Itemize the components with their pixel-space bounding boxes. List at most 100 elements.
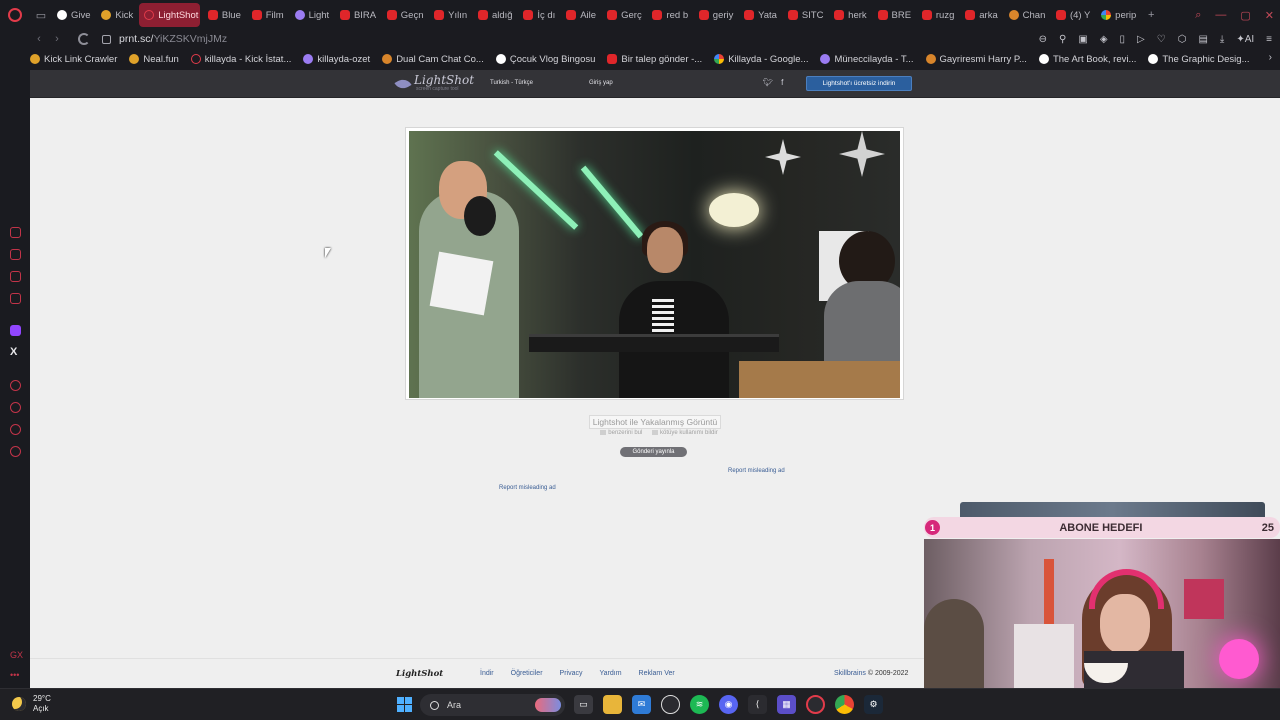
tab[interactable]: BRE (873, 3, 914, 27)
bookmarks-more-icon[interactable]: › (1269, 52, 1272, 63)
wallet-icon[interactable]: ▤ (1198, 34, 1207, 45)
github-icon[interactable] (661, 695, 680, 714)
lock-icon[interactable] (102, 34, 111, 44)
tab[interactable]: Give (52, 3, 93, 27)
menu-icon[interactable]: ≡ (1266, 34, 1272, 45)
tab-islands-icon[interactable]: ▭ (30, 0, 52, 30)
tab[interactable]: geriy (694, 3, 736, 27)
footer-link[interactable]: Privacy (560, 670, 583, 677)
pin-icon[interactable]: ⚲ (1059, 34, 1066, 45)
tab[interactable]: herk (829, 3, 869, 27)
snapshot-icon[interactable]: ▣ (1078, 34, 1087, 45)
sidebar-extensions-icon[interactable] (10, 424, 21, 435)
tab[interactable]: Chan (1004, 3, 1048, 27)
report-abuse-link[interactable]: kötüye kullanımı bildir (660, 430, 718, 436)
footer-logo[interactable]: LightShot (396, 669, 443, 679)
heart-icon[interactable]: ♡ (1157, 34, 1166, 45)
bookmark-item[interactable]: Bir talep gönder -... (607, 54, 702, 65)
bookmark-item[interactable]: Dual Cam Chat Co... (382, 54, 484, 65)
find-similar-link[interactable]: benzerini bul (608, 430, 642, 436)
extensions-icon[interactable]: ⬡ (1178, 34, 1187, 45)
bookmark-item[interactable]: Gayriresmi Harry P... (925, 54, 1027, 65)
outlook-icon[interactable]: ✉ (632, 695, 651, 714)
facebook-icon[interactable]: f (781, 78, 783, 87)
tab[interactable]: arka (960, 3, 1000, 27)
bookmark-icon[interactable]: ▯ (1120, 34, 1126, 45)
sidebar-settings-icon[interactable] (10, 446, 21, 457)
opera-menu-icon[interactable] (0, 0, 30, 30)
tab[interactable]: Film (247, 3, 287, 27)
login-link[interactable]: Giriş yap (589, 80, 613, 86)
maximize-icon[interactable]: ▢ (1240, 9, 1250, 22)
tab[interactable]: (4) Y (1051, 3, 1093, 27)
tab[interactable]: İç dı (518, 3, 558, 27)
weather-widget[interactable]: 29°C Açık (12, 694, 51, 714)
sidebar-more-icon[interactable]: ••• (10, 670, 19, 680)
tab[interactable]: Light (290, 3, 332, 27)
new-tab-icon[interactable]: + (1148, 9, 1154, 21)
footer-link[interactable]: Öğreticiler (511, 670, 543, 677)
url-field[interactable]: prnt.sc/YiKZSKVmjJMz (119, 33, 227, 45)
sidebar-chatgpt-icon[interactable] (10, 227, 21, 238)
sidebar-twitch-icon[interactable] (10, 325, 21, 336)
capcut-icon[interactable]: ⟨ (748, 695, 767, 714)
spotify-icon[interactable]: ≋ (690, 695, 709, 714)
bookmark-item[interactable]: The Graphic Desig... (1148, 54, 1250, 65)
tab[interactable]: ruzg (917, 3, 957, 27)
tab[interactable]: Gerç (602, 3, 644, 27)
twitter-icon[interactable]: 🐦︎ (763, 78, 773, 87)
bookmark-item[interactable]: killayda - Kick İstat... (190, 54, 291, 65)
sidebar-player-icon[interactable] (10, 380, 21, 391)
discord-icon[interactable]: ◉ (719, 695, 738, 714)
chrome-icon[interactable] (835, 695, 854, 714)
tab[interactable]: Aile (561, 3, 599, 27)
footer-link[interactable]: Reklam Ver (639, 670, 675, 677)
close-icon[interactable]: ✕ (1265, 9, 1274, 22)
tab[interactable]: LightShot (139, 3, 200, 27)
lightshot-logo[interactable]: LightShot screen capture tool (394, 74, 474, 92)
bookmark-item[interactable]: killayda-ozet (303, 54, 370, 65)
grid-app-icon[interactable]: ▦ (777, 695, 796, 714)
tab[interactable]: aldığ (473, 3, 515, 27)
sidebar-messenger-icon[interactable] (10, 271, 21, 282)
bookmark-item[interactable]: The Art Book, revi... (1038, 54, 1136, 65)
report-ad-link[interactable]: Report misleading ad (499, 485, 556, 491)
bookmark-item[interactable]: Müneccilayda - T... (820, 54, 914, 65)
sidebar-x-icon[interactable]: X (10, 346, 17, 358)
forward-icon[interactable]: › (48, 33, 66, 45)
tab[interactable]: red b (647, 3, 690, 27)
sidebar-history-icon[interactable] (10, 402, 21, 413)
tab[interactable]: SITC (783, 3, 826, 27)
back-icon[interactable]: ‹ (30, 33, 48, 45)
sidebar-gx-icon[interactable]: GX (10, 650, 23, 660)
report-ad-link[interactable]: Report misleading ad (728, 468, 785, 474)
search-tabs-icon[interactable]: ⌕ (1195, 9, 1201, 22)
bookmark-item[interactable]: Çocuk Vlog Bingosu (495, 54, 595, 65)
taskbar-search[interactable]: Ara (420, 694, 565, 716)
tab[interactable]: Blue (203, 3, 244, 27)
reload-icon[interactable] (78, 33, 90, 45)
task-view-icon[interactable]: ▭ (574, 695, 593, 714)
bookmark-item[interactable]: Killayda - Google... (714, 54, 808, 65)
tab[interactable]: perip (1096, 3, 1139, 27)
shield-icon[interactable]: ◈ (1100, 34, 1108, 45)
sidebar-mail-icon[interactable] (10, 293, 21, 304)
download-icon[interactable]: ⤓ (1220, 34, 1224, 45)
sidebar-aria-icon[interactable] (10, 249, 21, 260)
minimize-icon[interactable]: — (1215, 9, 1226, 21)
tab[interactable]: Kick (96, 3, 136, 27)
language-select[interactable]: Turkish - Türkçe (490, 80, 533, 86)
tab[interactable]: Yılın (429, 3, 470, 27)
bookmark-item[interactable]: Kick Link Crawler (30, 54, 117, 65)
footer-link[interactable]: Yardım (599, 670, 621, 677)
file-explorer-icon[interactable] (603, 695, 622, 714)
tab[interactable]: Yata (739, 3, 780, 27)
tab[interactable]: BIRA (335, 3, 379, 27)
steam-icon[interactable]: ⚙ (864, 695, 883, 714)
tab[interactable]: Geçn (382, 3, 426, 27)
download-button[interactable]: Lightshot'ı ücretsiz indirin (806, 76, 912, 91)
footer-link[interactable]: İndir (480, 670, 494, 677)
publish-button[interactable]: Gönderi yayınla (620, 447, 687, 457)
play-icon[interactable]: ▷ (1137, 34, 1145, 45)
bookmark-item[interactable]: Neal.fun (129, 54, 179, 65)
